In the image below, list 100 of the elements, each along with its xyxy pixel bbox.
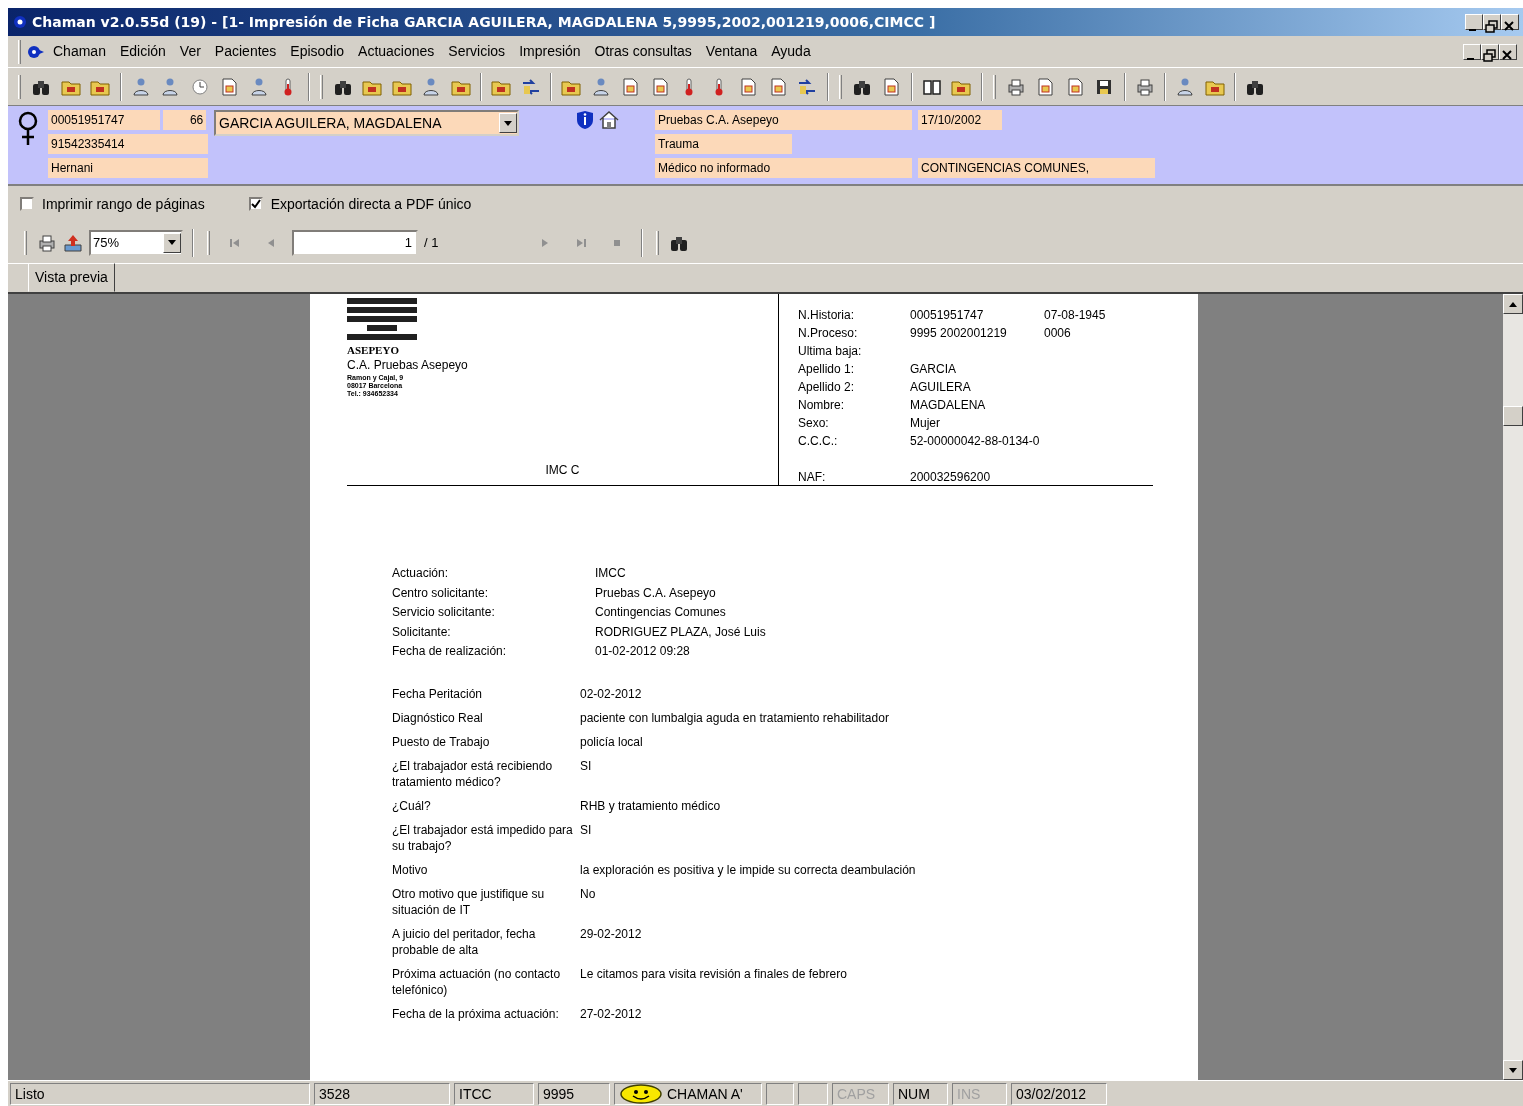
field-label: NAF:: [798, 469, 827, 486]
field-value: No: [580, 885, 597, 903]
checkbox[interactable]: [20, 197, 34, 211]
field-value: 29-02-2012: [580, 925, 643, 943]
field-value: MAGDALENA: [910, 397, 987, 414]
scrollbar-thumb[interactable]: [1503, 406, 1523, 426]
menu-item[interactable]: Edición: [113, 39, 172, 64]
restore-button[interactable]: [1481, 43, 1499, 60]
field-label: A juicio del peritador, fecha probable de alta: [392, 925, 537, 958]
field-label: Puesto de Trabajo: [392, 733, 491, 750]
scroll-up-button[interactable]: [1503, 294, 1523, 314]
field-label: C.C.C.:: [798, 433, 839, 450]
field-value: 01-02-2012 09:28: [595, 643, 691, 661]
app-icon: [12, 14, 28, 30]
restore-button[interactable]: [1483, 14, 1501, 30]
field-value: IMCC: [595, 565, 627, 582]
field-label: Actuación:: [392, 565, 450, 582]
person-icon[interactable]: [130, 76, 151, 97]
caret-icon[interactable]: [168, 240, 176, 245]
field-label: Sexo:: [798, 415, 830, 432]
house-icon: [598, 110, 621, 130]
field-label: ¿El trabajador está recibiendo tratamiento médico?: [392, 757, 554, 790]
contingency-field: CONTINGENCIAS COMUNES,: [918, 158, 1155, 178]
menu-item[interactable]: Servicios: [442, 39, 512, 64]
scroll-down-button[interactable]: [1503, 1060, 1523, 1080]
menu-item[interactable]: Ayuda: [765, 39, 817, 64]
field-label: Diagnóstico Real: [392, 709, 484, 726]
menu-item[interactable]: Episodio: [284, 39, 351, 64]
checkbox-label[interactable]: Imprimir rango de páginas: [42, 193, 205, 215]
field-label: Motivo: [392, 861, 429, 878]
app-menu-icon[interactable]: [27, 43, 45, 60]
field-label: Otro motivo que justifique su situación de IT: [392, 885, 546, 918]
caret-icon[interactable]: [504, 120, 512, 126]
field-value: la exploración es positiva y le impide su correcta deambulación: [580, 861, 917, 878]
patient-name-select[interactable]: GARCIA AGUILERA, MAGDALENA: [214, 110, 519, 136]
date-field: 17/10/2002: [918, 110, 1002, 130]
status-panel: NUM: [893, 1082, 948, 1105]
document-icon[interactable]: [219, 76, 240, 97]
printer-icon[interactable]: [1005, 76, 1026, 97]
field-label: Apellido 1:: [798, 361, 856, 378]
close-icon[interactable]: [1502, 18, 1516, 33]
phone-field: 91542335414: [48, 134, 208, 154]
minimize-button[interactable]: [1463, 43, 1481, 60]
field-value: 52-00000042-88-0134-0: [910, 433, 1041, 450]
restore-icon[interactable]: [1484, 18, 1498, 33]
smiley-icon: [619, 1083, 663, 1104]
field-label: Fecha de realización:: [392, 643, 508, 661]
report-code: IMC C: [545, 462, 580, 477]
menu-item[interactable]: Otras consultas: [588, 39, 698, 64]
zoom-select[interactable]: 75%: [89, 229, 183, 256]
field-label: N.Proceso:: [798, 325, 859, 342]
person-icon[interactable]: [160, 76, 181, 97]
field-label: ¿Cuál?: [392, 797, 432, 814]
close-button[interactable]: [1501, 14, 1519, 30]
arrows-icon[interactable]: [520, 76, 541, 97]
tab[interactable]: Vista previa: [28, 263, 115, 292]
document-icon[interactable]: [738, 76, 759, 97]
field-value: Pruebas C.A. Asepeyo: [595, 584, 717, 602]
menu-item[interactable]: Actuaciones: [352, 39, 441, 64]
field-value: AGUILERA: [910, 379, 972, 396]
person-icon[interactable]: [590, 76, 611, 97]
printer-icon[interactable]: [1134, 76, 1155, 97]
field-value: SI: [580, 821, 593, 839]
checkbox[interactable]: [248, 197, 263, 211]
menu-item[interactable]: Impresión: [513, 39, 587, 64]
age-field: 66: [163, 110, 207, 130]
page-number-field[interactable]: 1: [292, 229, 418, 256]
minimize-button[interactable]: [1465, 14, 1483, 30]
window-title: Chaman v2.0.55d (19) - [1- Impresión de Ficha GARCIA AGUILERA, MAGDALENA 5,9995,2002,001219,0006,CIMCC ]: [32, 12, 936, 32]
field-label: Nombre:: [798, 397, 845, 414]
close-button[interactable]: [1499, 43, 1517, 60]
checkbox-label[interactable]: Exportación directa a PDF único: [270, 193, 472, 215]
field-value: 200032596200: [910, 469, 992, 486]
up-arrow-icon[interactable]: [1509, 301, 1517, 307]
restore-icon[interactable]: [1482, 48, 1496, 63]
down-arrow-icon[interactable]: [1509, 1067, 1517, 1073]
field-value: paciente con lumbalgia aguda en tratamiento rehabilitador: [580, 709, 890, 726]
document-icon[interactable]: [881, 76, 902, 97]
document-icon[interactable]: [1035, 76, 1056, 97]
scrollbar[interactable]: [1503, 294, 1523, 1080]
field-label: Servicio solicitante:: [392, 604, 496, 622]
field-value: Le citamos para visita revisión a finales de febrero: [580, 965, 848, 983]
field-label: Apellido 2:: [798, 379, 856, 396]
menu-item[interactable]: Ventana: [699, 39, 764, 64]
arrows-icon[interactable]: [797, 76, 818, 97]
person-icon[interactable]: [421, 76, 442, 97]
menu-item[interactable]: Pacientes: [208, 39, 283, 64]
person-icon[interactable]: [1175, 76, 1196, 97]
printer-icon[interactable]: [37, 232, 57, 253]
menu-item[interactable]: Ver: [173, 39, 207, 64]
field-value: GARCIA: [910, 361, 957, 378]
field-label: Centro solicitante:: [392, 584, 490, 602]
document-icon[interactable]: [620, 76, 641, 97]
clock-icon[interactable]: [189, 76, 210, 97]
field-label: Fecha Peritación: [392, 685, 484, 702]
field-label: Fecha de la próxima actuación:: [392, 1005, 560, 1022]
menu-item[interactable]: Chaman: [47, 39, 112, 64]
person-icon[interactable]: [248, 76, 269, 97]
center-field: Pruebas C.A. Asepeyo: [655, 110, 912, 130]
field-label: Solicitante:: [392, 623, 452, 641]
